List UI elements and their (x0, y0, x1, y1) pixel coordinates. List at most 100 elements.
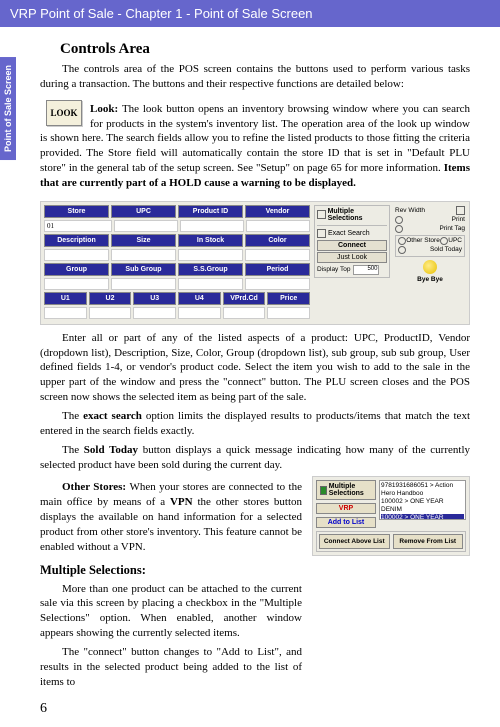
radio-icon (398, 237, 406, 245)
remove-from-list-button[interactable]: Remove From List (393, 534, 464, 549)
checkbox-icon (456, 206, 465, 215)
sold-today-bold: Sold Today (84, 444, 138, 456)
col-group: Group (44, 263, 109, 276)
cell-blank[interactable] (267, 307, 310, 319)
cell-blank[interactable] (245, 249, 310, 261)
radio-icon (395, 216, 403, 224)
list-item-selected[interactable]: 100002 > ONE YEAR DENIM (381, 514, 464, 521)
cell-blank[interactable] (89, 307, 132, 319)
rev-width-label: Rev Width (395, 207, 425, 214)
ms-label-2: Multiple Selections (329, 483, 372, 497)
col-u1: U1 (44, 292, 87, 305)
other-store-row[interactable]: Other Store UPC (398, 237, 462, 245)
display-top: Display Top 500 (317, 265, 387, 275)
just-look-button[interactable]: Just Look (317, 252, 387, 263)
col-description: Description (44, 234, 109, 247)
radio-icon (440, 237, 448, 245)
side-tab-label: Point of Sale Screen (3, 65, 13, 152)
bye-bye-icon (423, 260, 437, 274)
cell-blank[interactable] (133, 307, 176, 319)
cell-blank[interactable] (245, 278, 310, 290)
col-store: Store (44, 205, 109, 218)
col-subgroup: Sub Group (111, 263, 176, 276)
side-tab: Point of Sale Screen (0, 57, 16, 160)
multiple-selections-screenshot: Multiple Selections VRP Add to List 9781… (312, 476, 470, 556)
checkbox-icon (317, 229, 326, 238)
other-store-box: Other Store UPC Sold Today (395, 235, 465, 257)
col-vprdcd: VPrd.Cd (223, 292, 266, 305)
cell-blank[interactable] (180, 220, 244, 232)
grid-area: Store UPC Product ID Vendor 01 Descripti… (44, 205, 310, 321)
col-product-id: Product ID (178, 205, 243, 218)
connect-button[interactable]: Connect (317, 240, 387, 251)
cell-blank[interactable] (178, 249, 243, 261)
col-period: Period (245, 263, 310, 276)
t: The (62, 410, 83, 422)
display-top-label: Display Top (317, 266, 350, 273)
cell-blank[interactable] (178, 278, 243, 290)
vpn-bold: VPN (170, 496, 193, 508)
checkbox-icon (317, 210, 326, 219)
list-item[interactable]: 9781931686051 > Action Hero Handboo (381, 482, 464, 498)
multiple-selections-heading: Multiple Selections: (40, 563, 302, 578)
intro-paragraph: The controls area of the POS screen cont… (40, 62, 470, 92)
exact-search-bold: exact search (83, 410, 142, 422)
cell-blank[interactable] (114, 220, 178, 232)
other-stores-bold: Other Stores: (62, 481, 130, 493)
header-bar: VRP Point of Sale - Chapter 1 - Point of… (0, 0, 500, 27)
col-color: Color (245, 234, 310, 247)
bye-bye-button[interactable]: Bye Bye (395, 260, 465, 283)
display-top-input[interactable]: 500 (353, 265, 379, 275)
cell-blank[interactable] (178, 307, 221, 319)
ms-para1: More than one product can be attached to… (40, 582, 302, 641)
cell-blank[interactable] (111, 278, 176, 290)
vrp-badge: VRP (316, 503, 376, 514)
col-price: Price (267, 292, 310, 305)
print-tag-row[interactable]: Print Tag (395, 225, 465, 233)
cell-blank[interactable] (44, 307, 87, 319)
para-enter: Enter all or part of any of the listed a… (40, 331, 470, 405)
t: The (62, 444, 84, 456)
para-sold-today: The Sold Today button displays a quick m… (40, 443, 470, 473)
cell-blank[interactable] (44, 278, 109, 290)
cell-blank[interactable] (111, 249, 176, 261)
add-to-list-button[interactable]: Add to List (316, 517, 376, 528)
checkbox-icon (320, 486, 327, 495)
col-size: Size (111, 234, 176, 247)
print-label: Print (452, 216, 465, 223)
col-ssgroup: S.S.Group (178, 263, 243, 276)
ms-checkbox-2[interactable]: Multiple Selections (316, 480, 376, 500)
ms-para2: The "connect" button changes to "Add to … (40, 645, 302, 690)
radio-icon (395, 225, 403, 233)
para-other-stores: Other Stores: When your stores are conne… (40, 480, 302, 554)
section-title: Controls Area (60, 41, 470, 58)
ms-label: Multiple Selections (328, 208, 387, 222)
list-item[interactable]: 100002 > ONE YEAR DENIM (381, 498, 464, 514)
look-button-thumb: LOOK (46, 100, 82, 126)
col-u3: U3 (133, 292, 176, 305)
cell-blank[interactable] (246, 220, 310, 232)
sold-today-row[interactable]: Sold Today (398, 246, 462, 254)
print-row[interactable]: Print (395, 216, 465, 224)
radio-icon (398, 246, 406, 254)
upc-label: UPC (448, 237, 462, 244)
col-u2: U2 (89, 292, 132, 305)
exact-search-checkbox[interactable]: Exact Search (317, 229, 387, 238)
mid-panel: Multiple Selections Exact Search Connect… (314, 205, 390, 278)
page-number: 6 (40, 701, 470, 717)
sold-today-label: Sold Today (430, 246, 462, 253)
rev-width-row[interactable]: Rev Width (395, 206, 465, 215)
cell-blank[interactable] (223, 307, 266, 319)
multiple-selections-checkbox[interactable]: Multiple Selections (317, 208, 387, 222)
cell-blank[interactable] (44, 249, 109, 261)
print-tag-label: Print Tag (439, 225, 465, 232)
selection-list[interactable]: 9781931686051 > Action Hero Handboo 1000… (379, 480, 466, 520)
exact-search-label: Exact Search (328, 230, 370, 237)
connect-above-list-button[interactable]: Connect Above List (319, 534, 390, 549)
cell-store-val[interactable]: 01 (44, 220, 112, 232)
lookup-screenshot: Store UPC Product ID Vendor 01 Descripti… (40, 201, 470, 325)
look-lead: Look: (90, 103, 122, 115)
bye-bye-label: Bye Bye (395, 276, 465, 283)
right-panel: Rev Width Print Print Tag Other Store UP… (394, 205, 466, 284)
col-instock: In Stock (178, 234, 243, 247)
